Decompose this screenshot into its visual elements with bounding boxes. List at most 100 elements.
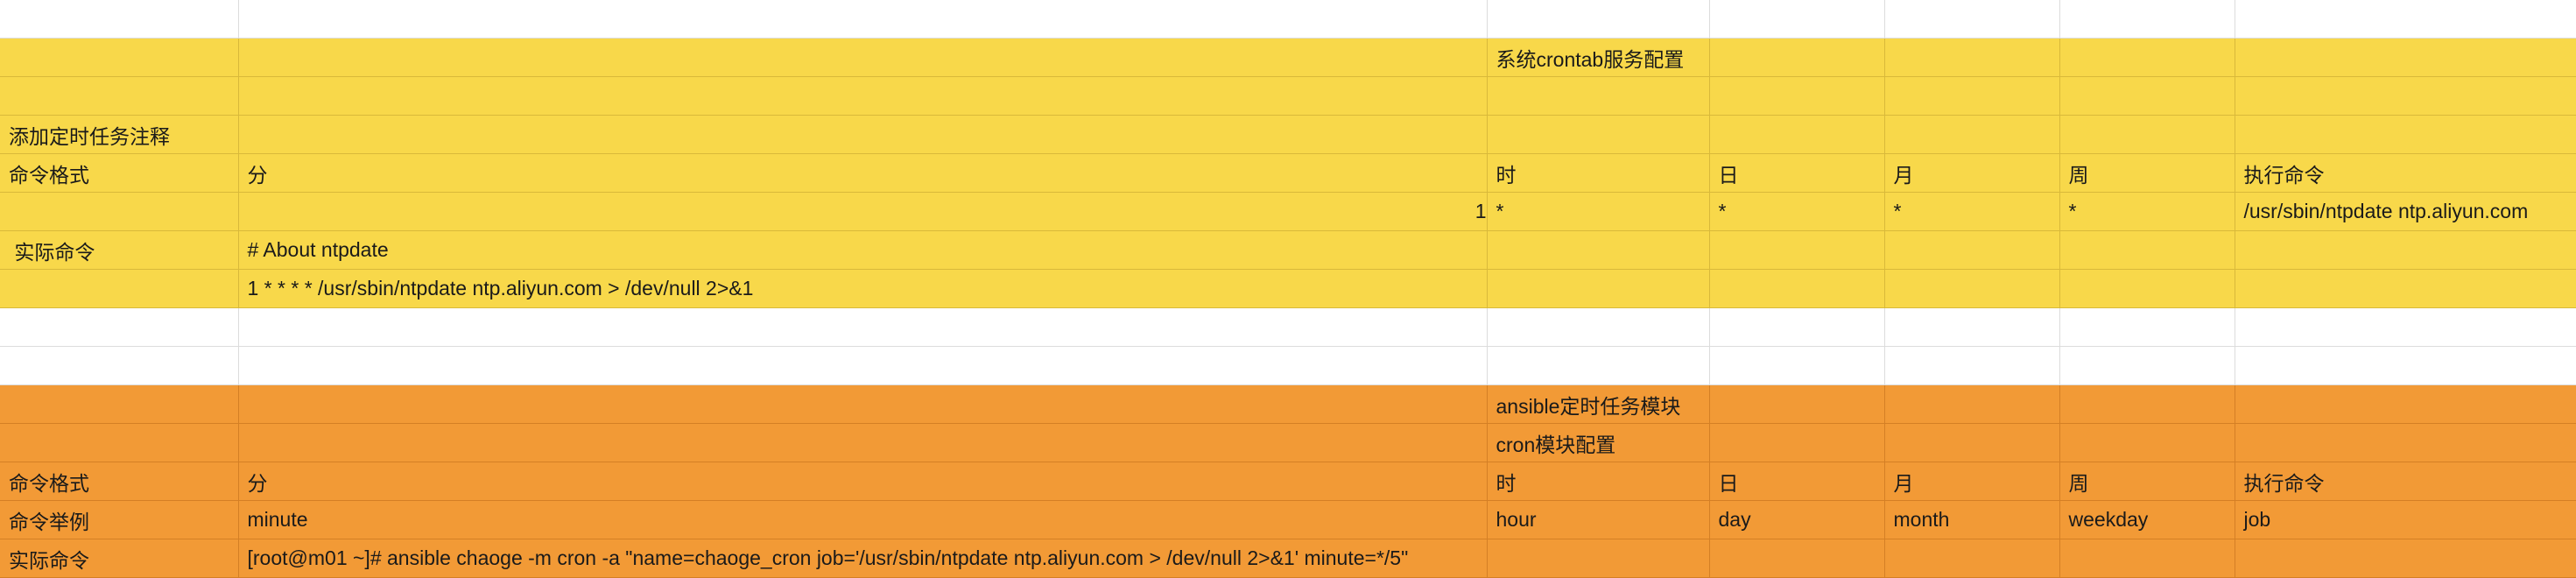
cell[interactable] xyxy=(1884,38,2060,77)
cell[interactable] xyxy=(0,346,239,385)
cell[interactable] xyxy=(2235,230,2576,270)
comment-line-cell[interactable]: # About ntpdate xyxy=(238,230,1488,270)
cell[interactable] xyxy=(1884,115,2060,154)
cell[interactable] xyxy=(1709,38,1885,77)
hour-header-cell[interactable]: 时 xyxy=(1487,462,1710,501)
weekday-header-cell[interactable]: 周 xyxy=(2059,153,2235,193)
day-header-cell[interactable]: 日 xyxy=(1709,462,1885,501)
cell[interactable] xyxy=(2059,307,2235,347)
ansible-section-title[interactable]: ansible定时任务模块 xyxy=(1487,384,1710,424)
weekday-header-cell[interactable]: 周 xyxy=(2059,462,2235,501)
cell[interactable] xyxy=(238,307,1488,347)
cell[interactable] xyxy=(1709,423,1885,462)
cell[interactable] xyxy=(2235,115,2576,154)
cell[interactable] xyxy=(238,423,1488,462)
cell[interactable] xyxy=(0,384,239,424)
cell[interactable] xyxy=(238,0,1488,39)
cell[interactable] xyxy=(2059,423,2235,462)
command-header-cell[interactable]: 执行命令 xyxy=(2235,153,2576,193)
hour-example-cell[interactable]: hour xyxy=(1487,500,1710,539)
cell[interactable] xyxy=(1709,0,1885,39)
cell[interactable] xyxy=(0,192,239,231)
cell[interactable] xyxy=(2059,38,2235,77)
cell[interactable] xyxy=(2235,76,2576,116)
month-example-cell[interactable]: month xyxy=(1884,500,2060,539)
cell[interactable] xyxy=(2059,0,2235,39)
cell[interactable] xyxy=(2059,115,2235,154)
cell[interactable] xyxy=(1884,269,2060,308)
cell[interactable] xyxy=(1709,76,1885,116)
cell[interactable] xyxy=(2235,539,2576,578)
crontab-section-title[interactable]: 系统crontab服务配置 xyxy=(1487,38,1710,77)
cell[interactable] xyxy=(1709,346,1885,385)
cell[interactable] xyxy=(1487,76,1710,116)
cell[interactable] xyxy=(1487,346,1710,385)
cell[interactable] xyxy=(1709,384,1885,424)
cell[interactable] xyxy=(2235,384,2576,424)
cell[interactable] xyxy=(238,384,1488,424)
weekday-example-cell[interactable]: weekday xyxy=(2059,500,2235,539)
cell[interactable] xyxy=(1487,539,1710,578)
comment-label-cell[interactable]: 添加定时任务注释 xyxy=(0,115,239,154)
month-value-cell[interactable]: * xyxy=(1884,192,2060,231)
cell[interactable] xyxy=(0,307,239,347)
cell[interactable] xyxy=(1709,539,1885,578)
month-header-cell[interactable]: 月 xyxy=(1884,462,2060,501)
cell[interactable] xyxy=(238,38,1488,77)
cell[interactable] xyxy=(2059,346,2235,385)
cell[interactable] xyxy=(1709,230,1885,270)
cell[interactable] xyxy=(1487,0,1710,39)
cell[interactable] xyxy=(2235,423,2576,462)
month-header-cell[interactable]: 月 xyxy=(1884,153,2060,193)
cell[interactable] xyxy=(1884,230,2060,270)
minute-header-cell[interactable]: 分 xyxy=(238,462,1488,501)
cell[interactable] xyxy=(0,423,239,462)
command-header-cell[interactable]: 执行命令 xyxy=(2235,462,2576,501)
cell[interactable] xyxy=(0,0,239,39)
minute-example-cell[interactable]: minute xyxy=(238,500,1488,539)
hour-value-cell[interactable]: * xyxy=(1487,192,1710,231)
actual-label-cell[interactable]: 实际命令 xyxy=(0,539,239,578)
cell[interactable] xyxy=(2059,269,2235,308)
cell[interactable] xyxy=(1487,269,1710,308)
command-value-cell[interactable]: /usr/sbin/ntpdate ntp.aliyun.com xyxy=(2235,192,2576,231)
command-example-cell[interactable]: job xyxy=(2235,500,2576,539)
cell[interactable] xyxy=(1487,307,1710,347)
cell[interactable] xyxy=(1884,0,2060,39)
cell[interactable] xyxy=(1884,384,2060,424)
cell[interactable] xyxy=(2235,307,2576,347)
cell[interactable] xyxy=(0,269,239,308)
hour-header-cell[interactable]: 时 xyxy=(1487,153,1710,193)
example-label-cell[interactable]: 命令举例 xyxy=(0,500,239,539)
cron-line-cell[interactable]: 1 * * * * /usr/sbin/ntpdate ntp.aliyun.c… xyxy=(238,269,1488,308)
cell[interactable] xyxy=(1884,423,2060,462)
ansible-command-cell[interactable]: [root@m01 ~]# ansible chaoge -m cron -a … xyxy=(238,539,1488,578)
ansible-section-subtitle[interactable]: cron模块配置 xyxy=(1487,423,1710,462)
day-value-cell[interactable]: * xyxy=(1709,192,1885,231)
cell[interactable] xyxy=(1487,230,1710,270)
cell[interactable] xyxy=(1884,346,2060,385)
day-example-cell[interactable]: day xyxy=(1709,500,1885,539)
cell[interactable] xyxy=(2059,76,2235,116)
cell[interactable] xyxy=(2059,384,2235,424)
cell[interactable] xyxy=(238,346,1488,385)
cell[interactable] xyxy=(2059,539,2235,578)
minute-value-cell[interactable]: 1 xyxy=(238,192,1488,231)
weekday-value-cell[interactable]: * xyxy=(2059,192,2235,231)
cell[interactable] xyxy=(0,76,239,116)
cell[interactable] xyxy=(1884,76,2060,116)
cell[interactable] xyxy=(1884,307,2060,347)
minute-header-cell[interactable]: 分 xyxy=(238,153,1488,193)
cell[interactable] xyxy=(1709,307,1885,347)
cell[interactable] xyxy=(1709,115,1885,154)
format-label-cell[interactable]: 命令格式 xyxy=(0,462,239,501)
day-header-cell[interactable]: 日 xyxy=(1709,153,1885,193)
cell[interactable] xyxy=(2235,0,2576,39)
cell[interactable] xyxy=(0,38,239,77)
cell[interactable] xyxy=(2059,230,2235,270)
cell[interactable] xyxy=(238,115,1488,154)
cell[interactable] xyxy=(1884,539,2060,578)
cell[interactable] xyxy=(2235,269,2576,308)
cell[interactable] xyxy=(2235,38,2576,77)
cell[interactable] xyxy=(1487,115,1710,154)
